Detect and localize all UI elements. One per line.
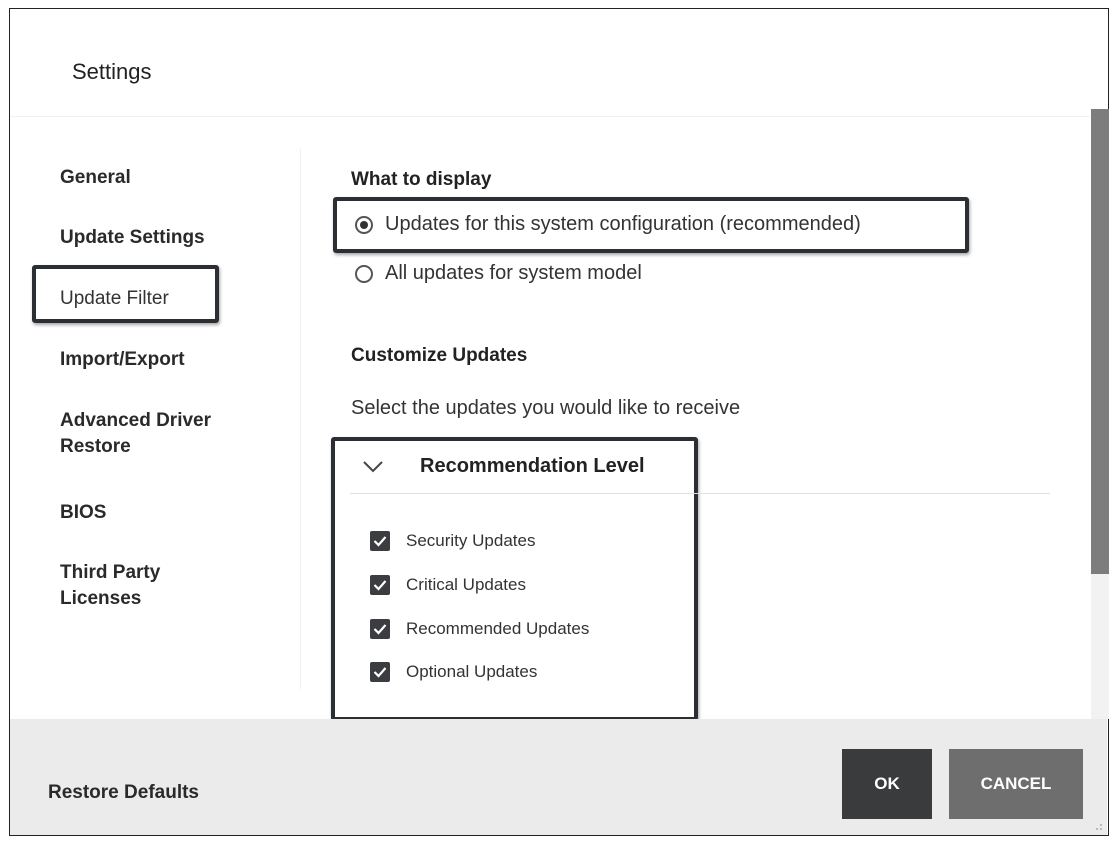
dialog-title: Settings bbox=[72, 59, 152, 84]
sidebar-item-general[interactable]: General bbox=[60, 165, 131, 191]
what-to-display-heading: What to display bbox=[351, 169, 492, 190]
recommendation-level-toggle[interactable]: Recommendation Level bbox=[362, 455, 645, 478]
checkbox-critical-updates[interactable]: Critical Updates bbox=[370, 575, 526, 595]
ok-button[interactable]: OK bbox=[842, 749, 932, 819]
checkbox-security-updates[interactable]: Security Updates bbox=[370, 531, 535, 551]
dialog-footer: Restore Defaults OK CANCEL bbox=[10, 719, 1107, 835]
sidebar-item-third-party-licenses[interactable]: Third Party Licenses bbox=[60, 560, 210, 612]
radio-system-configuration[interactable]: Updates for this system configuration (r… bbox=[355, 213, 861, 236]
checkbox-label: Critical Updates bbox=[406, 575, 526, 594]
checkbox-checked-icon[interactable] bbox=[370, 531, 390, 551]
radio-all-updates[interactable]: All updates for system model bbox=[355, 262, 642, 285]
checkbox-checked-icon[interactable] bbox=[370, 662, 390, 682]
scrollbar-thumb[interactable] bbox=[1091, 109, 1109, 574]
group-divider bbox=[350, 493, 1050, 494]
sidebar-item-advanced-driver-restore[interactable]: Advanced Driver Restore bbox=[60, 408, 250, 460]
radio-checked-icon[interactable] bbox=[355, 215, 373, 234]
cancel-button[interactable]: CANCEL bbox=[949, 749, 1083, 819]
checkbox-optional-updates[interactable]: Optional Updates bbox=[370, 662, 537, 682]
restore-defaults-link[interactable]: Restore Defaults bbox=[48, 782, 199, 804]
checkbox-label: Security Updates bbox=[406, 531, 536, 550]
checkbox-checked-icon[interactable] bbox=[370, 619, 390, 639]
radio-label: All updates for system model bbox=[385, 262, 642, 284]
sidebar-divider bbox=[300, 149, 301, 689]
checkbox-checked-icon[interactable] bbox=[370, 575, 390, 595]
sidebar-selection-highlight bbox=[32, 265, 219, 323]
settings-dialog: Settings General Update Settings Update … bbox=[9, 8, 1109, 836]
resize-grip-icon[interactable] bbox=[1091, 819, 1103, 831]
sidebar-item-import-export[interactable]: Import/Export bbox=[60, 347, 185, 373]
customize-updates-heading: Customize Updates bbox=[351, 345, 528, 366]
chevron-down-icon[interactable] bbox=[362, 460, 384, 474]
checkbox-label: Recommended Updates bbox=[406, 619, 590, 638]
sidebar-item-bios[interactable]: BIOS bbox=[60, 500, 106, 526]
checkbox-label: Optional Updates bbox=[406, 662, 538, 681]
sidebar-item-update-settings[interactable]: Update Settings bbox=[60, 225, 205, 251]
radio-label: Updates for this system configuration (r… bbox=[385, 213, 861, 235]
recommendation-level-title: Recommendation Level bbox=[420, 455, 645, 477]
settings-sidebar: General Update Settings Update Filter Im… bbox=[10, 117, 300, 717]
checkbox-recommended-updates[interactable]: Recommended Updates bbox=[370, 619, 589, 639]
customize-updates-description: Select the updates you would like to rec… bbox=[351, 397, 741, 419]
radio-unchecked-icon[interactable] bbox=[355, 264, 373, 283]
